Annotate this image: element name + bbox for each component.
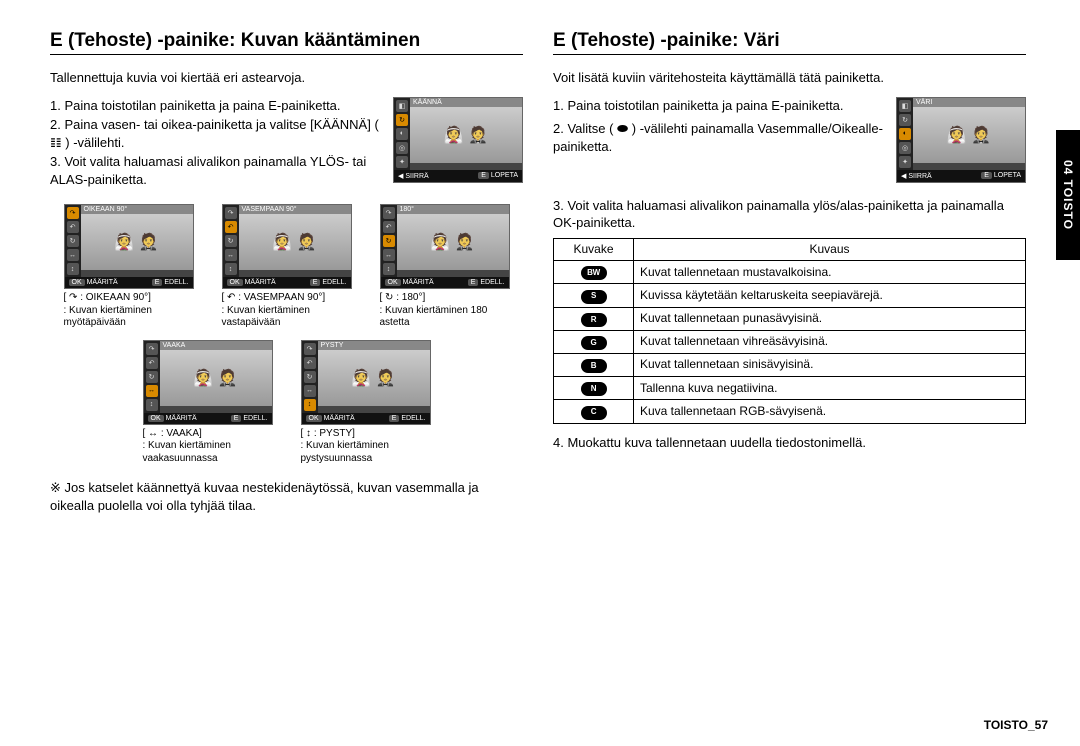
color-badge-icon: C — [581, 406, 607, 420]
th-desc: Kuvaus — [634, 238, 1026, 261]
lcd-label: KÄÄNNÄ — [410, 98, 522, 107]
lcd-icon: ◎ — [396, 142, 408, 154]
lcd-icon-active: ↻ — [396, 114, 408, 126]
lcd-bottom-left: ◀ SIIRRÄ — [398, 172, 429, 180]
r-step-1: 1. Paina toistotilan painiketta ja paina… — [553, 97, 884, 115]
table-row: S Kuvissa käytetään keltaruskeita seepiav… — [554, 284, 1026, 307]
lcd-bottom-right: E E LOPETALOPETA — [478, 172, 518, 180]
right-column: E (Tehoste) -painike: Väri Voit lisätä k… — [553, 30, 1050, 726]
color-badge-icon: N — [581, 382, 607, 396]
color-desc: Tallenna kuva negatiivina. — [634, 377, 1026, 400]
color-badge-icon: R — [581, 313, 607, 327]
r-step-2: 2. Valitse ( ⬬ ) -välilehti painamalla V… — [553, 120, 884, 155]
lcd-image — [410, 107, 522, 163]
color-desc: Kuvissa käytetään keltaruskeita seepiavä… — [634, 284, 1026, 307]
section-tab: 04 TOISTO — [1056, 130, 1080, 260]
table-row: C Kuva tallennetaan RGB-sävyisenä. — [554, 400, 1026, 423]
thumb-vertical: ↷↶↻↔↕ PYSTY OK MÄÄRITÄE EDELL. [ ↕ : PYS… — [301, 340, 431, 466]
page-footer: TOISTO_57 — [984, 718, 1048, 732]
thumb-180: ↷↶↻↔↕ 180° OK MÄÄRITÄE EDELL. [ ↻ : 180°… — [380, 204, 510, 330]
lcd-icon: ◐ — [396, 128, 408, 140]
thumb-left90: ↷↶↻↔↕ VASEMPAAN 90° OK MÄÄRITÄE EDELL. [… — [222, 204, 352, 330]
thumb-right90: ↷↶↻↔↕ OIKEAAN 90° OK MÄÄRITÄE EDELL. [ ↷… — [64, 204, 194, 330]
color-badge-icon: BW — [581, 266, 607, 280]
lcd-side-icons: ◧ ↻ ◐ ◎ ✦ — [394, 98, 410, 170]
table-row: N Tallenna kuva negatiivina. — [554, 377, 1026, 400]
color-table: Kuvake Kuvaus BW Kuvat tallennetaan musta… — [553, 238, 1026, 424]
left-steps: 1. Paina toistotilan painiketta ja paina… — [50, 97, 381, 191]
r-step-4: 4. Muokattu kuva tallennetaan uudella ti… — [553, 434, 1026, 452]
left-title: E (Tehoste) -painike: Kuvan kääntäminen — [50, 30, 523, 52]
lcd-color: ◧↻◐◎✦ VÄRI ◀ SIIRRÄE LOPETA — [896, 97, 1026, 183]
left-note: ※ Jos katselet käännettyä kuvaa nestekid… — [50, 479, 523, 514]
thumb-grid: ↷↶↻↔↕ OIKEAAN 90° OK MÄÄRITÄE EDELL. [ ↷… — [50, 204, 523, 465]
lcd-icon: ◧ — [396, 100, 408, 112]
step-3: 3. Voit valita haluamasi alivalikon pain… — [50, 153, 381, 188]
step-2: 2. Paina vasen- tai oikea-painiketta ja … — [50, 116, 381, 151]
thumb-horizontal: ↷↶↻↔↕ VAAKA OK MÄÄRITÄE EDELL. [ ↔ : VAA… — [143, 340, 273, 466]
th-icon: Kuvake — [554, 238, 634, 261]
left-column: E (Tehoste) -painike: Kuvan kääntäminen … — [50, 30, 523, 726]
color-desc: Kuvat tallennetaan punasävyisinä. — [634, 307, 1026, 330]
caption: [ ↷ : OIKEAAN 90°]: Kuvan kiertäminen my… — [64, 292, 194, 330]
color-desc: Kuvat tallennetaan sinisävyisinä. — [634, 354, 1026, 377]
divider — [553, 54, 1026, 55]
table-row: R Kuvat tallennetaan punasävyisinä. — [554, 307, 1026, 330]
divider — [50, 54, 523, 55]
color-desc: Kuva tallennetaan RGB-sävyisenä. — [634, 400, 1026, 423]
right-title: E (Tehoste) -painike: Väri — [553, 30, 1026, 52]
color-badge-icon: S — [581, 290, 607, 304]
lcd-bottom: ◀ SIIRRÄ E E LOPETALOPETA — [394, 170, 522, 182]
table-row: G Kuvat tallennetaan vihreäsävyisinä. — [554, 330, 1026, 353]
lcd-icon: ✦ — [396, 156, 408, 168]
step-1: 1. Paina toistotilan painiketta ja paina… — [50, 97, 381, 115]
color-desc: Kuvat tallennetaan mustavalkoisina. — [634, 261, 1026, 284]
right-intro: Voit lisätä kuviin väritehosteita käyttä… — [553, 69, 1026, 87]
r-step-3: 3. Voit valita haluamasi alivalikon pain… — [553, 197, 1026, 232]
table-row: BW Kuvat tallennetaan mustavalkoisina. — [554, 261, 1026, 284]
color-badge-icon: B — [581, 359, 607, 373]
color-badge-icon: G — [581, 336, 607, 350]
color-desc: Kuvat tallennetaan vihreäsävyisinä. — [634, 330, 1026, 353]
lcd-rotate: ◧ ↻ ◐ ◎ ✦ KÄÄNNÄ ◀ SIIRRÄ E E LOPETALOPE… — [393, 97, 523, 183]
left-intro: Tallennettuja kuvia voi kiertää eri aste… — [50, 69, 523, 87]
table-row: B Kuvat tallennetaan sinisävyisinä. — [554, 354, 1026, 377]
